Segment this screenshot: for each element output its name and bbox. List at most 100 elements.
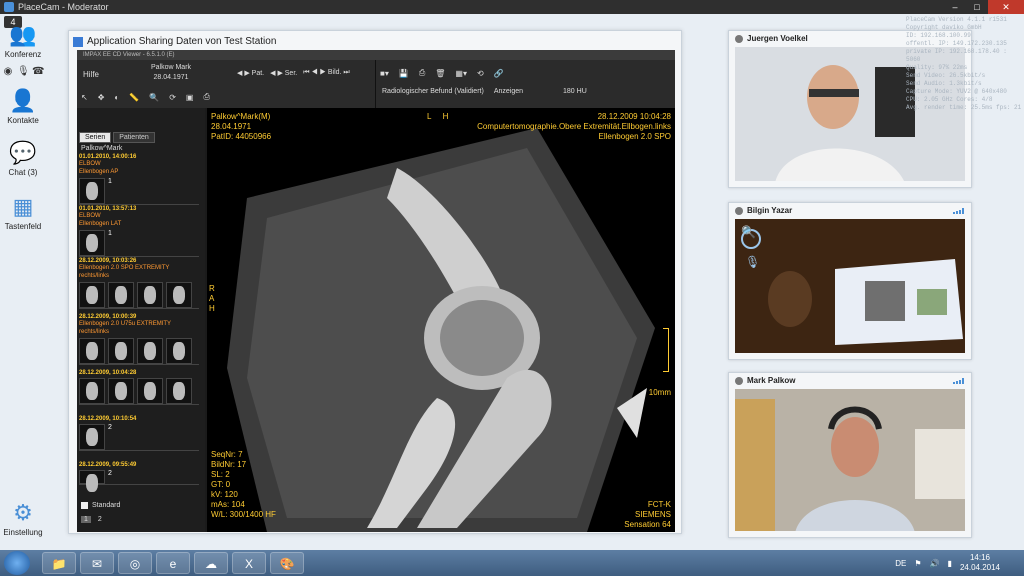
window-title: PlaceCam - Moderator (18, 2, 109, 12)
standard-option[interactable]: Standard (81, 502, 120, 509)
patient-header: Palkow Mark 28.04.1971 (141, 63, 201, 83)
print-tool-icon[interactable]: ⎙ (203, 92, 209, 102)
volume-icon[interactable]: 🔊 (930, 559, 940, 568)
series-thumbnail[interactable] (79, 338, 105, 364)
nav-ser[interactable]: ◀ ▶ Ser. (270, 69, 297, 77)
rail-chat-label: Chat (3) (8, 168, 38, 177)
series-thumbnail[interactable] (79, 230, 105, 256)
internet-explorer-icon[interactable]: e (156, 552, 190, 574)
application-sharing-window: Application Sharing Daten von Test Stati… (68, 30, 682, 534)
minimize-button[interactable]: – (944, 0, 966, 14)
media-toggles: ◉ 🎙 ☎ (2, 66, 45, 78)
link-icon[interactable]: 🔗 (494, 69, 504, 78)
start-button[interactable] (4, 551, 30, 575)
befund-row: Radiologischer Befund (Validiert) Anzeig… (382, 88, 587, 95)
anzeigen-button[interactable]: Anzeigen (494, 88, 523, 95)
series-item[interactable]: 28.12.2009, 10:03:26 Ellenbogen 2.0 SPO … (79, 258, 199, 309)
clock[interactable]: 14:16 24.04.2014 (960, 553, 1000, 573)
hilfe-menu[interactable]: Hilfe (83, 70, 99, 79)
series-item[interactable]: 01.01.2010, 14:00:16 ELBOW Ellenbogen AP… (79, 154, 199, 205)
signal-strength-icon (953, 378, 965, 384)
video-image (735, 389, 965, 531)
series-item[interactable]: 28.12.2009, 10:10:54 2 (79, 416, 199, 451)
save-icon[interactable]: 💾 (399, 69, 409, 78)
befund-dropdown[interactable]: Radiologischer Befund (Validiert) (382, 88, 484, 95)
rail-chat[interactable]: 💬 Chat (3) (0, 140, 46, 177)
keypad-icon: ▦ (12, 194, 34, 219)
impax-toolbar-left: Hilfe Palkow Mark 28.04.1971 ◀ ▶ Pat. ◀ … (77, 60, 375, 108)
video-pane-bilgin[interactable]: Bilgin Yazar 🔍 🎙 (728, 202, 972, 360)
print-icon[interactable]: ⎙ (419, 68, 425, 78)
series-thumbnail[interactable] (79, 178, 105, 204)
series-thumbnail[interactable] (79, 282, 105, 308)
paint-icon[interactable]: 🎨 (270, 552, 304, 574)
rail-tastenfeld[interactable]: ▦ Tastenfeld (0, 194, 46, 231)
flag-icon[interactable]: ⚑ (914, 559, 921, 568)
language-indicator[interactable]: DE (895, 559, 906, 568)
close-button[interactable]: ✕ (988, 0, 1024, 14)
window-icon (73, 36, 83, 47)
tab-patienten[interactable]: Patienten (113, 132, 155, 143)
ct-image-viewer[interactable]: Palkow^Mark(M) 28.04.1971 PatID: 44050966 … (207, 108, 675, 532)
contrast-tool-icon[interactable]: ◐ (114, 93, 119, 102)
series-thumbnail[interactable] (166, 338, 192, 364)
series-thumbnail[interactable] (79, 424, 105, 450)
microphone-icon[interactable]: 🎙 (17, 66, 30, 78)
series-item[interactable]: 28.12.2009, 10:04:28 (79, 370, 199, 405)
series-thumbnail[interactable] (166, 282, 192, 308)
overlay-top-right: 28.12.2009 10:04:28 Computertomographie.O… (477, 112, 671, 141)
maximize-button[interactable]: □ (966, 0, 988, 14)
participant-name: Bilgin Yazar (747, 206, 793, 215)
person-icon (735, 376, 743, 385)
video-image (735, 219, 965, 353)
outlook-icon[interactable]: ✉ (80, 552, 114, 574)
network-icon[interactable]: ☁ (194, 552, 228, 574)
series-thumbnail[interactable] (108, 378, 134, 404)
tab-serien[interactable]: Serien (79, 132, 112, 143)
microphone-icon[interactable]: 🎙 (745, 255, 760, 269)
series-thumbnail[interactable] (108, 338, 134, 364)
rail-kontakte[interactable]: 👤 Kontakte (0, 88, 46, 125)
layout-tool-icon[interactable]: ▣ (186, 93, 194, 102)
video-pane-mark[interactable]: Mark Palkow (728, 372, 972, 538)
webcam-icon[interactable]: ◉ (2, 66, 14, 78)
series-item[interactable]: 28.12.2009, 09:55:49 2 (79, 462, 199, 492)
standard-checkbox[interactable] (81, 502, 88, 509)
color-square-icon[interactable]: ■▾ (380, 69, 389, 78)
zoom-icon[interactable]: 🔍 (741, 225, 756, 239)
series-thumbnail[interactable] (166, 378, 192, 404)
series-panel: Serien Patienten Palkow^Mark 01.01.2010,… (77, 108, 205, 532)
series-thumbnail[interactable] (137, 378, 163, 404)
measure-tool-icon[interactable]: 📏 (129, 93, 139, 102)
pan-tool-icon[interactable]: ✥ (98, 93, 105, 102)
rail-konferenz[interactable]: 👥 Konferenz (0, 22, 46, 59)
series-thumbnail[interactable] (137, 282, 163, 308)
pointer-tool-icon[interactable]: ↖ (81, 93, 88, 102)
zoom-tool-icon[interactable]: 🔍 (149, 93, 159, 102)
chrome-icon[interactable]: ◎ (118, 552, 152, 574)
signal-strength-icon (953, 208, 965, 214)
chat-bubble-icon: 💬 (9, 140, 37, 165)
refresh-icon[interactable]: ⟲ (477, 69, 484, 78)
explorer-icon[interactable]: 📁 (42, 552, 76, 574)
rail-konferenz-label: Konferenz (4, 50, 42, 59)
series-thumbnail[interactable] (79, 470, 105, 492)
nav-pat[interactable]: ◀ ▶ Pat. (237, 69, 264, 77)
series-item[interactable]: 01.01.2010, 13:57:13 ELBOW Ellenbogen LA… (79, 206, 199, 257)
page-2[interactable]: 2 (95, 516, 105, 523)
excel-icon[interactable]: X (232, 552, 266, 574)
window-titlebar: PlaceCam - Moderator – □ ✕ (0, 0, 1024, 14)
grid-icon[interactable]: ▦▾ (455, 69, 467, 78)
network-tray-icon[interactable]: ▮ (948, 559, 952, 568)
page-1[interactable]: 1 (81, 516, 91, 523)
series-thumbnail[interactable] (108, 282, 134, 308)
series-item[interactable]: 28.12.2009, 10:00:39 Ellenbogen 2.0 U75u… (79, 314, 199, 365)
phone-icon[interactable]: ☎ (32, 66, 44, 78)
nav-bild[interactable]: ⏮ ◀ ▶ Bild. ⏭ (303, 69, 350, 77)
series-thumbnail[interactable] (137, 338, 163, 364)
rail-einstellung[interactable]: ⚙ Einstellung (0, 500, 46, 537)
series-thumbnail[interactable] (79, 378, 105, 404)
rotate-tool-icon[interactable]: ⟳ (169, 93, 176, 102)
trash-icon[interactable]: 🗑 (435, 69, 445, 78)
left-rail: 4 👥 Konferenz ◉ 🎙 ☎ 👤 Kontakte 💬 Chat (3… (0, 14, 46, 550)
